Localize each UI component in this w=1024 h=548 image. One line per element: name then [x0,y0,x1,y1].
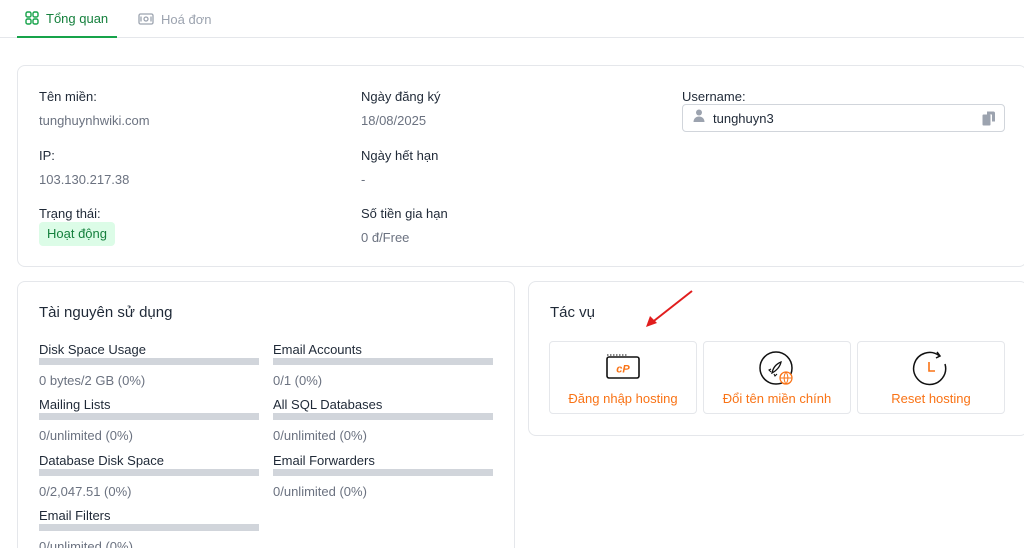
resource-item: Disk Space Usage 0 bytes/2 GB (0%) [39,342,261,388]
resource-name: Email Forwarders [273,453,375,468]
username-value: tunghuyn3 [713,110,774,126]
status-badge: Hoạt động [39,222,115,246]
resource-name: Email Filters [39,508,111,523]
reset-hosting-label: Reset hosting [891,391,971,406]
cpanel-icon: cP [605,351,641,386]
resource-item: Email Forwarders 0/unlimited (0%) [273,453,495,499]
resource-progress-bar [273,469,493,476]
expiry-label: Ngày hết hạn [361,148,439,163]
resource-value: 0/unlimited (0%) [39,539,133,548]
domain-label: Tên miền: [39,89,97,104]
tab-overview[interactable]: Tổng quan [17,0,117,38]
username-label: Username: [682,89,746,104]
renew-label: Số tiền gia hạn [361,206,448,221]
status-label: Trạng thái: [39,206,101,221]
resource-name: Email Accounts [273,342,362,357]
hosting-overview-page: Tổng quan Hoá đơn Tên miền: tunghuynhwik… [0,0,1024,548]
resource-progress-bar [273,413,493,420]
reset-clock-icon [912,351,950,392]
tab-bar: Tổng quan Hoá đơn [0,0,1024,38]
resource-progress-bar [39,469,259,476]
resource-value: 0/unlimited (0%) [39,428,133,443]
login-hosting-label: Đăng nhập hosting [568,391,678,406]
ip-value: 103.130.217.38 [39,172,130,187]
annotation-arrow-icon [646,290,693,327]
svg-text:cP: cP [616,364,630,376]
grid-icon [25,11,39,25]
resources-title: Tài nguyên sử dụng [39,304,173,321]
reg-date-label: Ngày đăng ký [361,89,441,104]
rocket-globe-icon [758,351,796,392]
reg-date-value: 18/08/2025 [361,113,427,128]
domain-value: tunghuynhwiki.com [39,113,150,128]
resource-progress-bar [273,358,493,365]
resource-value: 0/unlimited (0%) [273,428,367,443]
reset-hosting-button[interactable]: Reset hosting [857,341,1005,414]
actions-card: Tác vụ cP Đăng nhập hosting Đổi tên miền… [528,281,1024,436]
change-main-domain-button[interactable]: Đổi tên miền chính [703,341,851,414]
resource-progress-bar [39,524,259,531]
resource-value: 0/2,047.51 (0%) [39,484,132,499]
hosting-info-card: Tên miền: tunghuynhwiki.com Ngày đăng ký… [17,65,1024,267]
tab-overview-label: Tổng quan [46,10,109,26]
ip-label: IP: [39,148,55,163]
invoice-icon [138,12,154,26]
resource-item: Mailing Lists 0/unlimited (0%) [39,397,261,443]
user-icon [693,109,705,127]
expiry-value: - [361,172,366,187]
username-field[interactable]: tunghuyn3 [682,104,1005,132]
resource-name: Database Disk Space [39,453,165,468]
resource-value: 0 bytes/2 GB (0%) [39,373,146,388]
resource-value: 0/1 (0%) [273,373,323,388]
login-hosting-button[interactable]: cP Đăng nhập hosting [549,341,697,414]
resource-item: Database Disk Space 0/2,047.51 (0%) [39,453,261,499]
copy-icon[interactable] [982,111,996,131]
resource-item: All SQL Databases 0/unlimited (0%) [273,397,495,443]
resource-name: Mailing Lists [39,397,111,412]
resources-card: Tài nguyên sử dụng Disk Space Usage 0 by… [17,281,515,548]
resource-name: All SQL Databases [273,397,383,412]
resource-value: 0/unlimited (0%) [273,484,367,499]
resource-progress-bar [39,413,259,420]
tab-invoices[interactable]: Hoá đơn [138,0,211,38]
tab-invoices-label: Hoá đơn [161,11,212,27]
actions-title: Tác vụ [550,304,596,321]
resource-progress-bar [39,358,259,365]
change-main-domain-label: Đổi tên miền chính [722,391,832,406]
renew-value: 0 đ/Free [361,230,410,245]
resource-item: Email Accounts 0/1 (0%) [273,342,495,388]
resource-name: Disk Space Usage [39,342,146,357]
resource-item: Email Filters 0/unlimited (0%) [39,508,261,548]
